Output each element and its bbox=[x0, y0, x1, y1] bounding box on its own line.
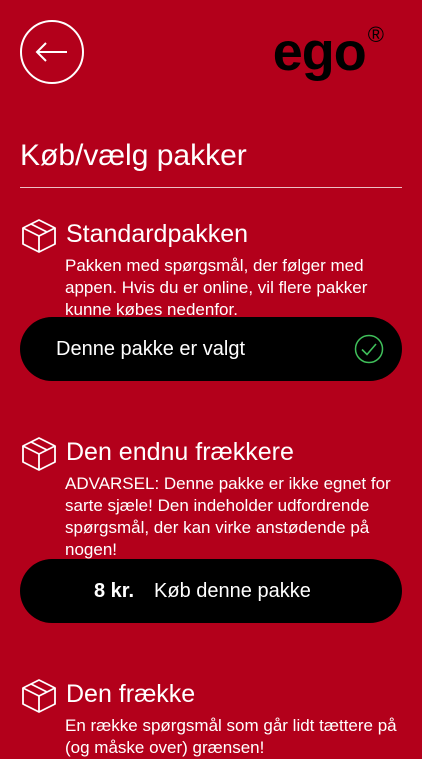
package-title: Den endnu frækkere bbox=[66, 438, 294, 466]
package-header: Den endnu frækkere bbox=[20, 431, 402, 473]
checkmark-circle-icon bbox=[354, 334, 384, 364]
package-title: Standardpakken bbox=[66, 220, 249, 248]
package-price: 8 kr. bbox=[94, 579, 135, 602]
package-box-icon bbox=[22, 437, 56, 471]
arrow-left-icon bbox=[35, 42, 67, 62]
package-header: Standardpakken bbox=[20, 213, 402, 255]
package-box-icon bbox=[22, 679, 56, 713]
registered-mark: ® bbox=[367, 22, 384, 47]
package-frække: Den frække En række spørgsmål som går li… bbox=[20, 673, 402, 759]
package-description: Pakken med spørgsmål, der følger med app… bbox=[65, 256, 368, 319]
package-standard: Standardpakken Pakken med spørgsmål, der… bbox=[20, 213, 402, 321]
app-header: ego ® bbox=[0, 0, 422, 100]
package-box-icon bbox=[22, 219, 56, 253]
selected-label: Denne pakke er valgt bbox=[56, 337, 246, 360]
buy-package-button[interactable]: 8 kr. Køb denne pakke bbox=[20, 559, 402, 623]
package-description: ADVARSEL: Denne pakke er ikke egnet for … bbox=[65, 474, 391, 559]
package-header: Den frække bbox=[20, 673, 402, 715]
back-button[interactable] bbox=[20, 20, 84, 84]
title-divider bbox=[20, 187, 402, 188]
package-frækkere: Den endnu frækkere ADVARSEL: Denne pakke… bbox=[20, 431, 402, 561]
ego-logo: ego ® bbox=[272, 22, 384, 82]
package-description: En række spørgsmål som går lidt tættere … bbox=[65, 716, 397, 757]
page-title: Køb/vælg pakker bbox=[20, 139, 247, 172]
logo-text: ego bbox=[272, 22, 367, 82]
package-selected-button[interactable]: Denne pakke er valgt bbox=[20, 317, 402, 381]
buy-label: Køb denne pakke bbox=[154, 579, 311, 602]
package-title: Den frække bbox=[66, 680, 196, 708]
